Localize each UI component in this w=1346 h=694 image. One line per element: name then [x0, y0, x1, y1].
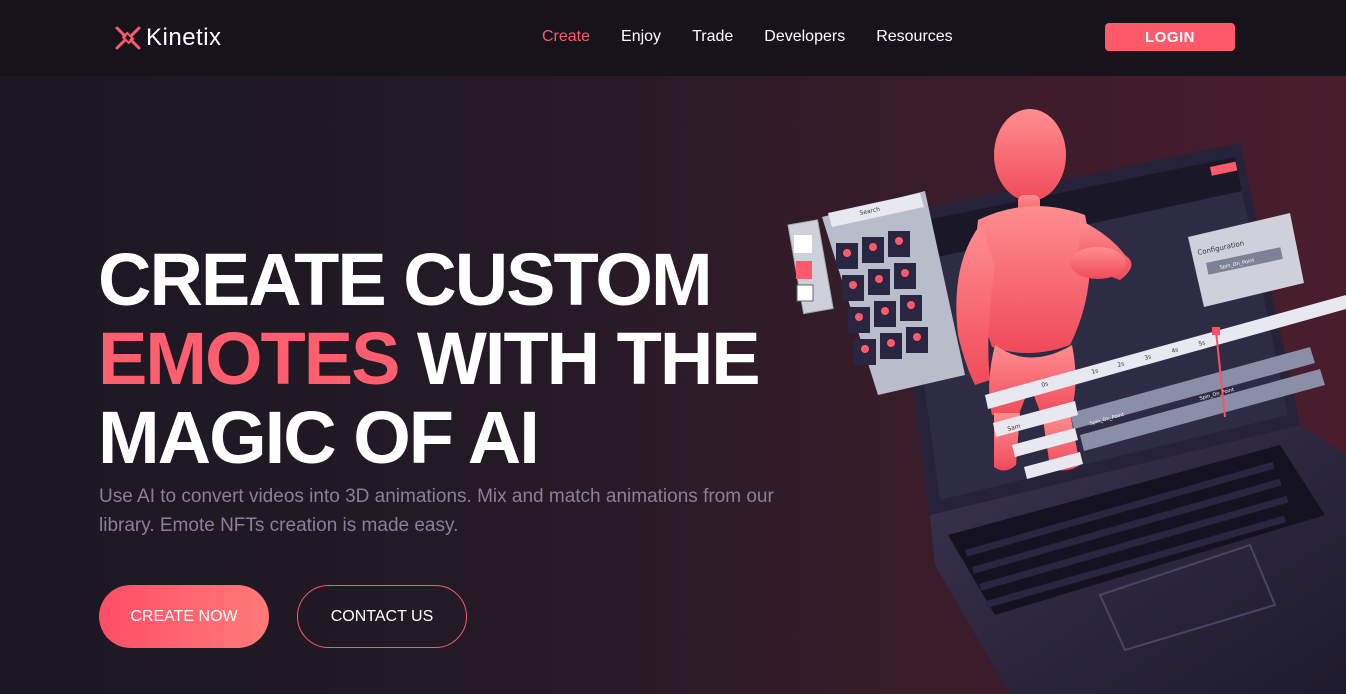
- hero-headline: CREATE CUSTOM EMOTES WITH THE MAGIC OF A…: [98, 238, 761, 479]
- kinetix-logo-icon: [115, 26, 141, 50]
- create-now-button[interactable]: CREATE NOW: [99, 585, 269, 648]
- headline-line-2-rest: WITH THE: [398, 317, 761, 400]
- logo-text: Kinetix: [146, 24, 222, 51]
- contact-us-button[interactable]: CONTACT US: [297, 585, 467, 648]
- main-nav: Create Enjoy Trade Developers Resources: [542, 28, 984, 46]
- hero-subtitle: Use AI to convert videos into 3D animati…: [99, 486, 774, 536]
- headline-accent: EMOTES: [98, 317, 400, 400]
- nav-create[interactable]: Create: [542, 28, 590, 46]
- nav-enjoy[interactable]: Enjoy: [621, 28, 661, 46]
- login-button[interactable]: LOGIN: [1105, 23, 1235, 51]
- nav-resources[interactable]: Resources: [876, 28, 952, 46]
- kinetix-logo[interactable]: Kinetix: [114, 24, 222, 52]
- headline-line-2: EMOTES WITH THE: [98, 317, 761, 400]
- headline-line-3: MAGIC OF AI: [98, 396, 540, 479]
- nav-developers[interactable]: Developers: [764, 28, 845, 46]
- nav-trade[interactable]: Trade: [692, 28, 733, 46]
- laptop-mannequin-illustration: Search Configuration Spin_On_Point 0s 1s…: [787, 109, 1346, 694]
- tool-panel: [787, 219, 834, 315]
- site-header: Kinetix Create Enjoy Trade Developers Re…: [0, 0, 1346, 76]
- headline-line-1: CREATE CUSTOM: [98, 238, 713, 321]
